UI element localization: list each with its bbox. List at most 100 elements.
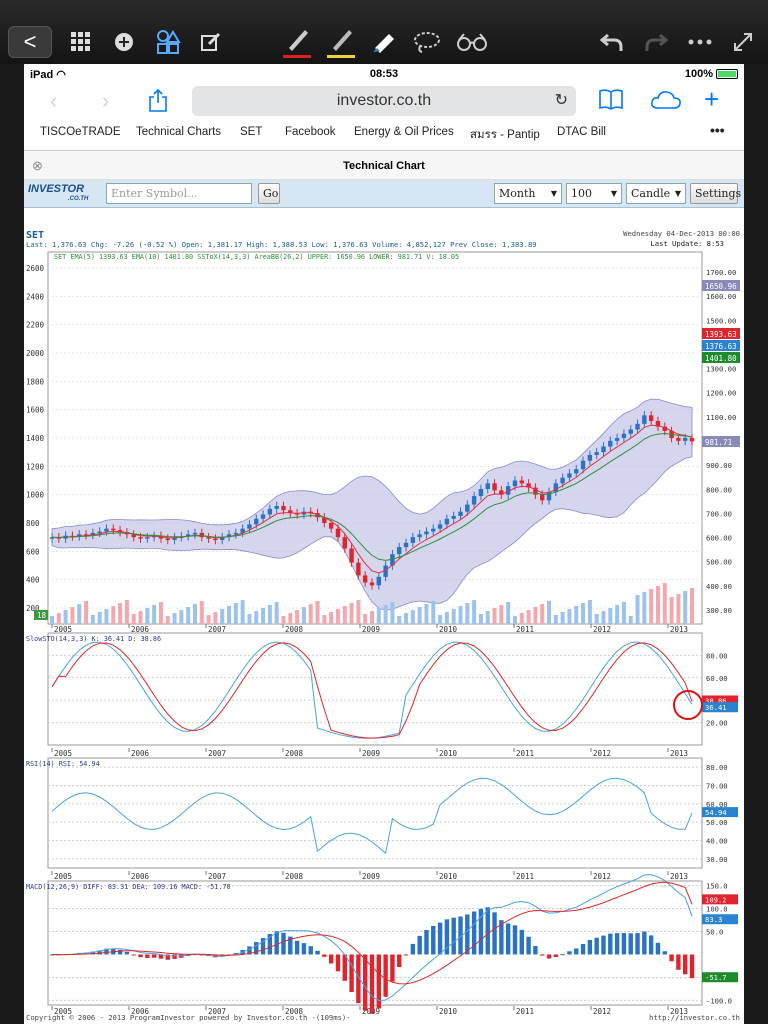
go-button[interactable]: Go xyxy=(258,183,280,204)
sto-tick-label: 60.00 xyxy=(706,674,728,683)
volume-bar xyxy=(356,600,361,624)
ipad-screen: iPad ◠ 08:53 100% ‹ › investor.co.th ↻ +… xyxy=(24,64,744,1024)
bookmarks-icon[interactable] xyxy=(598,88,624,116)
macd-hist-bar xyxy=(512,925,518,955)
cloud-icon[interactable] xyxy=(650,88,682,116)
undo-icon[interactable] xyxy=(598,26,626,58)
bookmark-tiscoetrade[interactable]: TISCOeTRADE xyxy=(40,126,121,138)
candle-body xyxy=(628,429,633,434)
volume-bar xyxy=(84,601,89,624)
bookmark-technical-charts[interactable]: Technical Charts xyxy=(136,126,221,138)
lasso-icon[interactable] xyxy=(412,26,442,58)
volume-bar xyxy=(158,602,163,624)
browser-back-icon[interactable]: ‹ xyxy=(50,88,57,114)
volume-bar xyxy=(540,604,545,624)
macd-hist-bar xyxy=(471,911,477,955)
pen-red-icon[interactable] xyxy=(282,26,312,58)
shapes-icon[interactable] xyxy=(154,26,182,58)
browser-forward-icon[interactable]: › xyxy=(102,88,109,114)
volume-bar xyxy=(131,614,136,624)
bookmark-set[interactable]: SET xyxy=(240,126,262,138)
new-tab-icon[interactable]: + xyxy=(704,84,719,115)
candle-body xyxy=(111,528,116,531)
candle-body xyxy=(104,528,109,532)
highlighter-icon[interactable] xyxy=(370,26,400,58)
macd-hist-bar xyxy=(301,943,307,955)
volume-bar xyxy=(335,609,340,624)
macd-hist-bar xyxy=(689,954,695,979)
rsi-tick-label: 40.00 xyxy=(706,837,728,846)
volume-bar xyxy=(111,606,116,624)
price-badge-label: 1393.63 xyxy=(705,330,737,339)
year-label: 2010 xyxy=(439,749,458,758)
candle-body xyxy=(465,504,470,512)
bookmark-facebook[interactable]: Facebook xyxy=(285,126,336,138)
volume-bar xyxy=(70,607,75,624)
pencil-icon[interactable] xyxy=(326,26,356,58)
quote-date: Wednesday 04-Dec-2013 00:00 xyxy=(623,229,740,238)
grid-icon[interactable] xyxy=(68,26,94,58)
add-icon[interactable] xyxy=(112,26,136,58)
settings-button[interactable]: Settings xyxy=(690,183,741,204)
tab-title-bar: ⊗ Technical Chart xyxy=(24,150,744,180)
year-label: 2007 xyxy=(208,872,226,881)
volume-bar xyxy=(97,612,102,624)
close-tab-icon[interactable]: ⊗ xyxy=(32,151,43,181)
redo-icon[interactable] xyxy=(642,26,670,58)
status-bar: iPad ◠ 08:53 100% xyxy=(24,64,744,84)
bookmark-dtac-bill[interactable]: DTAC Bill xyxy=(557,126,606,138)
volume-bar xyxy=(192,604,197,624)
reload-icon[interactable]: ↻ xyxy=(555,86,568,116)
candle-body xyxy=(676,438,681,441)
volume-bar xyxy=(342,606,347,624)
macd-hist-bar xyxy=(335,954,341,972)
volume-bar xyxy=(451,609,456,624)
address-bar[interactable]: investor.co.th ↻ xyxy=(192,86,576,116)
page-title: Technical Chart xyxy=(343,160,425,172)
sto-k-badge-label: 36.41 xyxy=(705,703,727,712)
symbol-input[interactable]: Enter Symbol... xyxy=(106,183,252,204)
volume-bar xyxy=(227,606,232,624)
technical-chart[interactable]: SET Last: 1,376.63 Chg: -7.26 (-0.52 %) … xyxy=(24,228,744,1024)
volume-bar xyxy=(690,588,694,624)
volume-bar xyxy=(376,608,381,624)
right-tick-label: 1600.00 xyxy=(706,292,736,301)
candle-body xyxy=(594,452,599,455)
macd-hist-bar xyxy=(628,933,633,955)
candle-body xyxy=(512,480,518,487)
left-tick-label: 2000 xyxy=(26,349,45,358)
year-label: 2011 xyxy=(516,872,534,881)
volume-bar xyxy=(560,612,565,624)
period-select[interactable]: Month ▼ xyxy=(494,183,562,204)
bookmark-energy-oil[interactable]: Energy & Oil Prices xyxy=(354,126,454,138)
volume-bar xyxy=(492,608,497,624)
macd-hist-bar xyxy=(274,931,279,955)
chart-area[interactable]: SET Last: 1,376.63 Chg: -7.26 (-0.52 %) … xyxy=(24,228,744,1024)
candle-body xyxy=(397,547,402,555)
more-icon[interactable] xyxy=(686,26,714,58)
macd-hist-bar xyxy=(172,954,177,959)
volume-bar xyxy=(240,600,245,624)
volume-bar xyxy=(56,613,61,624)
candle-body xyxy=(471,496,477,505)
expand-icon[interactable] xyxy=(730,26,756,58)
macd-hist-bar xyxy=(533,946,538,955)
edit-icon[interactable] xyxy=(198,26,224,58)
glasses-icon[interactable] xyxy=(456,26,488,58)
bars-select[interactable]: 100 ▼ xyxy=(566,183,622,204)
main-left-axis: 2004006008001000120014001600180020002200… xyxy=(26,264,45,613)
volume-bar xyxy=(424,604,429,624)
candle-body xyxy=(376,576,382,586)
volume-bar xyxy=(267,605,272,624)
volume-bar xyxy=(404,613,409,624)
volume-bar xyxy=(397,616,402,624)
share-icon[interactable] xyxy=(148,88,168,118)
back-button[interactable]: < xyxy=(8,26,52,58)
bookmark-pantip[interactable]: สมรร - Pantip xyxy=(470,126,540,144)
macd-hist-bar xyxy=(546,954,552,959)
style-select[interactable]: Candle ▼ xyxy=(626,183,686,204)
candle-body xyxy=(540,494,545,501)
rsi-tick-label: 50.00 xyxy=(706,818,728,827)
bookmarks-more-icon[interactable]: ••• xyxy=(710,122,725,138)
year-label: 2013 xyxy=(670,749,688,758)
